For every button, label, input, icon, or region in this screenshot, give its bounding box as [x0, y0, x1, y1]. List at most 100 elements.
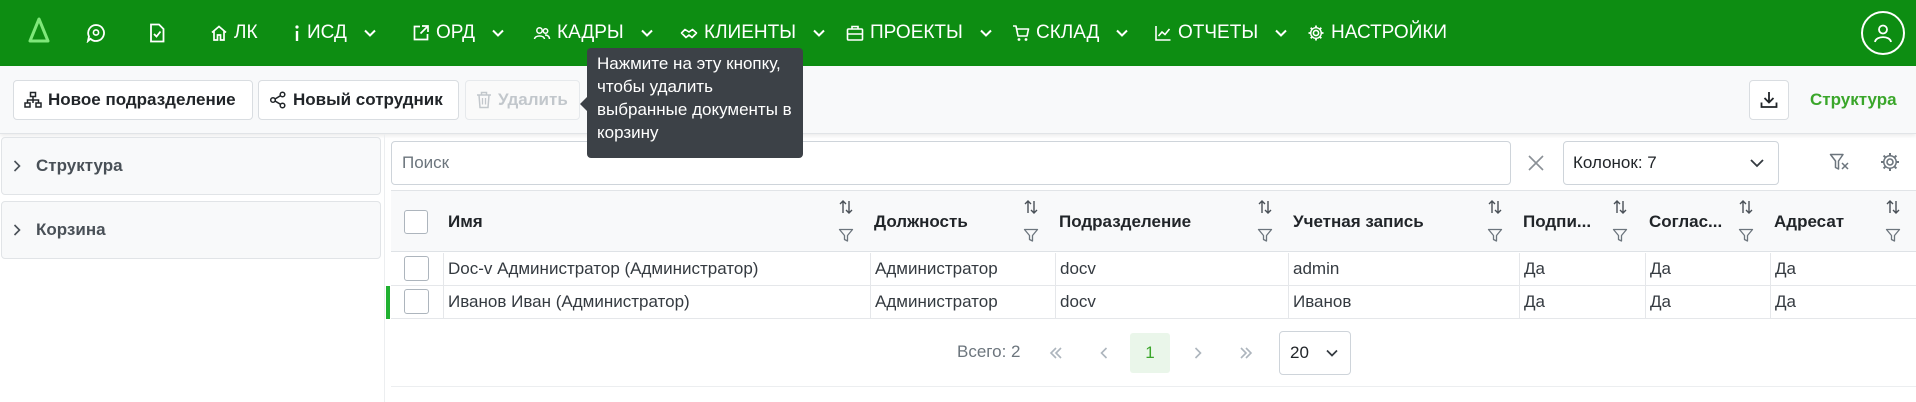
top-navigation-bar: ЛК ИСД ОРД КАДРЫ КЛИЕНТЫ ПРОЕКТЫ СКЛАД О… [0, 0, 1916, 66]
chevron-down-icon [641, 29, 653, 37]
home-icon [211, 25, 227, 41]
clear-search-icon[interactable] [1525, 152, 1547, 174]
external-link-icon [413, 25, 429, 41]
previous-page-button[interactable] [1084, 333, 1124, 373]
column-header-department[interactable]: Подразделение [1059, 191, 1209, 253]
new-employee-button[interactable]: Новый сотрудник [258, 80, 459, 120]
columns-select[interactable]: Колонок: 7 [1563, 141, 1779, 185]
handshake-icon [680, 28, 698, 39]
column-header-position[interactable]: Должность [874, 191, 984, 253]
org-structure-icon [24, 91, 42, 108]
nav-item-label: КЛИЕНТЫ [704, 22, 797, 43]
cell-addressee: Да [1770, 253, 1916, 285]
new-department-label: Новое подразделение [48, 90, 236, 109]
sort-icon[interactable] [838, 199, 854, 215]
cell-approver: Да [1645, 253, 1770, 285]
search-input[interactable] [391, 141, 1511, 185]
nav-item-lk[interactable]: ЛК [210, 20, 258, 46]
column-header-approver[interactable]: Соглас... [1649, 191, 1734, 253]
sort-icon[interactable] [1738, 199, 1754, 215]
chevron-down-icon [492, 29, 504, 37]
filter-icon[interactable] [838, 227, 854, 243]
structure-link[interactable]: Структура [1810, 90, 1897, 110]
sort-icon[interactable] [1612, 199, 1628, 215]
filter-icon[interactable] [1023, 227, 1039, 243]
nav-item-label: КАДРЫ [557, 22, 624, 43]
chevron-down-icon [980, 29, 992, 37]
table-settings-gear-icon[interactable] [1879, 151, 1901, 173]
column-header-account[interactable]: Учетная запись [1293, 191, 1453, 253]
gear-icon [1308, 25, 1324, 41]
document-check-icon[interactable] [147, 23, 167, 43]
chevron-down-icon [1326, 349, 1338, 357]
sort-icon[interactable] [1257, 199, 1273, 215]
row-checkbox[interactable] [404, 289, 429, 314]
filter-icon[interactable] [1885, 227, 1901, 243]
chevron-down-icon [1750, 159, 1764, 168]
sort-icon[interactable] [1023, 199, 1039, 215]
panel-divider [384, 134, 385, 402]
new-employee-label: Новый сотрудник [293, 90, 443, 109]
info-icon [295, 25, 299, 41]
new-department-button[interactable]: Новое подразделение [13, 80, 253, 120]
table-header: Имя Должность Подразделение Учетная запи… [391, 190, 1916, 252]
select-all-checkbox[interactable] [404, 210, 428, 234]
delete-label: Удалить [498, 90, 568, 109]
cart-icon [1013, 25, 1030, 41]
row-checkbox[interactable] [404, 256, 429, 281]
page-size-select[interactable]: 20 [1279, 331, 1351, 375]
sort-icon[interactable] [1885, 199, 1901, 215]
filter-icon[interactable] [1487, 227, 1503, 243]
cell-name: Иванов Иван (Администратор) [443, 286, 870, 318]
delete-button[interactable]: Удалить [465, 80, 580, 120]
chevron-left-icon [1100, 347, 1108, 359]
filter-icon[interactable] [1257, 227, 1273, 243]
filter-icon[interactable] [1612, 227, 1628, 243]
chart-icon [1155, 26, 1171, 41]
first-page-button[interactable] [1036, 333, 1076, 373]
nav-item-proekty[interactable]: ПРОЕКТЫ [846, 20, 993, 46]
filter-icon[interactable] [1738, 227, 1754, 243]
double-chevron-right-icon [1240, 347, 1253, 359]
last-page-button[interactable] [1226, 333, 1266, 373]
user-avatar[interactable] [1861, 11, 1905, 55]
nav-item-label: ОТЧЕТЫ [1178, 22, 1259, 43]
next-page-button[interactable] [1178, 333, 1218, 373]
columns-select-value: Колонок: 7 [1573, 153, 1657, 172]
people-icon [533, 27, 551, 40]
nav-item-otchety[interactable]: ОТЧЕТЫ [1154, 20, 1288, 46]
sort-icon[interactable] [1487, 199, 1503, 215]
cell-approver: Да [1645, 286, 1770, 318]
column-header-signer[interactable]: Подпи... [1523, 191, 1608, 253]
cell-signer: Да [1519, 286, 1645, 318]
nav-item-label: ОРД [436, 22, 476, 43]
user-icon [1874, 24, 1892, 43]
nav-item-sklad[interactable]: СКЛАД [1012, 20, 1129, 46]
chevron-right-icon [1194, 347, 1202, 359]
panel-trash[interactable]: Корзина [1, 201, 381, 259]
logo-delta-icon[interactable] [28, 17, 50, 43]
table-footer-divider [391, 386, 1916, 387]
nav-item-isd[interactable]: ИСД [293, 20, 377, 46]
nav-item-nastroyki[interactable]: НАСТРОЙКИ [1307, 20, 1447, 46]
nav-item-klienty[interactable]: КЛИЕНТЫ [680, 20, 826, 46]
panel-structure[interactable]: Структура [1, 137, 381, 195]
download-button[interactable] [1749, 80, 1789, 120]
chat-search-icon[interactable] [86, 23, 106, 43]
table-row[interactable]: Doc-v Администратор (Администратор) Адми… [391, 253, 1916, 286]
table-row[interactable]: Иванов Иван (Администратор) Администрато… [391, 286, 1916, 319]
nav-item-kadry[interactable]: КАДРЫ [533, 20, 654, 46]
cell-account: Иванов [1288, 286, 1519, 318]
page-button-current[interactable]: 1 [1130, 333, 1170, 373]
column-header-addressee[interactable]: Адресат [1774, 191, 1859, 253]
nav-item-ord[interactable]: ОРД [412, 20, 505, 46]
delete-tooltip: Нажмите на эту кнопку, чтобы удалить выб… [580, 48, 803, 158]
pagination-total: Всего: 2 [957, 342, 1021, 361]
clear-filters-icon[interactable] [1828, 151, 1850, 173]
nav-item-label: ПРОЕКТЫ [870, 22, 963, 43]
page-size-value: 20 [1290, 343, 1309, 362]
column-header-name[interactable]: Имя [448, 191, 748, 253]
chevron-right-icon [13, 224, 21, 236]
nav-item-label: НАСТРОЙКИ [1331, 22, 1448, 43]
nav-item-label: ЛК [234, 22, 258, 43]
